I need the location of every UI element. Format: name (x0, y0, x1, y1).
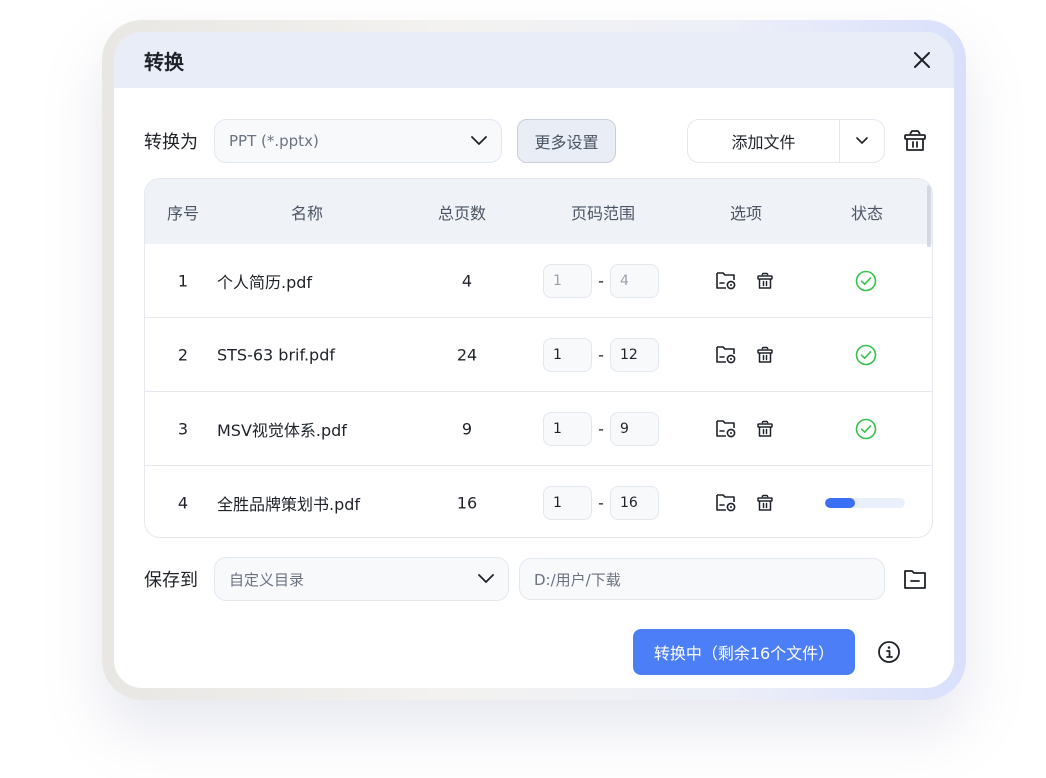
range-separator: - (598, 493, 604, 513)
file-name: STS-63 brif.pdf (217, 345, 335, 364)
page-range-to-input[interactable]: 12 (610, 337, 659, 372)
trash-icon[interactable] (756, 494, 774, 512)
table-row[interactable]: 3 MSV视觉体系.pdf 9 1 - 9 (145, 392, 932, 466)
convert-options-row: 转换为 PPT (*.pptx) 更多设置 添加文件 (144, 119, 926, 163)
save-path-field[interactable]: D:/用户/下载 (519, 558, 885, 600)
progress-fill (825, 498, 856, 508)
file-name: MSV视觉体系.pdf (217, 420, 347, 440)
add-file-split-button: 添加文件 (687, 119, 885, 163)
dialog-title: 转换 (144, 49, 184, 74)
range-separator: - (598, 419, 604, 438)
folder-icon (904, 570, 926, 589)
table-scrollbar[interactable] (927, 185, 931, 247)
table-body: 1 个人简历.pdf 4 1 - 4 2 STS-63 brif.pdf 24 … (145, 244, 932, 537)
convert-dialog: 转换 转换为 PPT (*.pptx) 更多设置 添加文件 序号 名称 总页数 … (114, 32, 954, 688)
clear-list-button[interactable] (901, 127, 929, 155)
total-pages: 24 (456, 345, 478, 364)
dialog-header: 转换 (114, 32, 954, 88)
total-pages: 9 (461, 419, 473, 438)
row-index: 1 (177, 271, 189, 290)
format-select-value: PPT (*.pptx) (229, 132, 319, 150)
trash-icon[interactable] (756, 272, 774, 290)
save-location-select[interactable]: 自定义目录 (214, 557, 509, 601)
folder-settings-icon[interactable] (715, 345, 737, 365)
close-icon (914, 52, 930, 68)
check-circle-icon (855, 344, 877, 366)
trash-icon[interactable] (756, 346, 774, 364)
format-select[interactable]: PPT (*.pptx) (214, 119, 502, 163)
page-range-from-input[interactable]: 1 (543, 411, 592, 446)
page-range-from-input[interactable]: 1 (543, 337, 592, 372)
file-name: 全胜品牌策划书.pdf (217, 495, 361, 514)
trash-icon[interactable] (756, 420, 774, 438)
table-row[interactable]: 1 个人简历.pdf 4 1 - 4 (145, 244, 932, 318)
add-file-button[interactable]: 添加文件 (688, 120, 840, 162)
chevron-down-icon (471, 136, 487, 145)
close-button[interactable] (910, 48, 934, 72)
page-range-from-input[interactable]: 1 (543, 486, 592, 520)
page-range-to-input[interactable]: 4 (610, 263, 659, 298)
folder-settings-icon[interactable] (715, 493, 737, 513)
info-icon (878, 641, 900, 663)
range-separator: - (598, 271, 604, 290)
column-header-options: 选项 (729, 203, 763, 223)
file-table: 序号 名称 总页数 页码范围 选项 状态 1 个人简历.pdf 4 1 - 4 … (144, 178, 933, 538)
trash-basket-icon (904, 130, 926, 151)
row-index: 4 (177, 493, 189, 513)
column-header-pages: 总页数 (437, 203, 487, 223)
check-circle-icon (855, 418, 877, 440)
column-header-name: 名称 (290, 203, 324, 223)
check-circle-icon (855, 270, 877, 292)
save-to-label: 保存到 (144, 570, 198, 591)
row-index: 2 (177, 345, 189, 364)
total-pages: 4 (461, 271, 473, 290)
file-name: 个人简历.pdf (217, 272, 313, 292)
column-header-status: 状态 (850, 203, 884, 223)
table-header: 序号 名称 总页数 页码范围 选项 状态 (145, 179, 932, 247)
chevron-down-icon (478, 574, 494, 583)
conversion-progress-bar (825, 498, 905, 508)
page-range-to-input[interactable]: 16 (610, 486, 659, 520)
chevron-down-icon (856, 137, 868, 144)
convert-to-label: 转换为 (144, 132, 198, 153)
folder-settings-icon[interactable] (715, 271, 737, 291)
page-range-from-input[interactable]: 1 (543, 263, 592, 298)
convert-button[interactable]: 转换中（剩余16个文件） (633, 629, 855, 675)
table-row[interactable]: 2 STS-63 brif.pdf 24 1 - 12 (145, 318, 932, 392)
more-settings-button[interactable]: 更多设置 (517, 119, 616, 163)
browse-folder-button[interactable] (901, 565, 929, 593)
page-range-to-input[interactable]: 9 (610, 411, 659, 446)
info-button[interactable] (877, 640, 901, 668)
column-header-index: 序号 (166, 203, 200, 223)
folder-settings-icon[interactable] (715, 419, 737, 439)
save-location-row: 保存到 自定义目录 D:/用户/下载 (144, 557, 926, 601)
column-header-range: 页码范围 (570, 203, 636, 223)
save-location-value: 自定义目录 (229, 570, 305, 589)
table-row[interactable]: 4 全胜品牌策划书.pdf 16 1 - 16 (145, 466, 932, 537)
range-separator: - (598, 345, 604, 364)
total-pages: 16 (456, 493, 478, 513)
row-index: 3 (177, 419, 189, 438)
add-file-dropdown-button[interactable] (840, 120, 884, 162)
